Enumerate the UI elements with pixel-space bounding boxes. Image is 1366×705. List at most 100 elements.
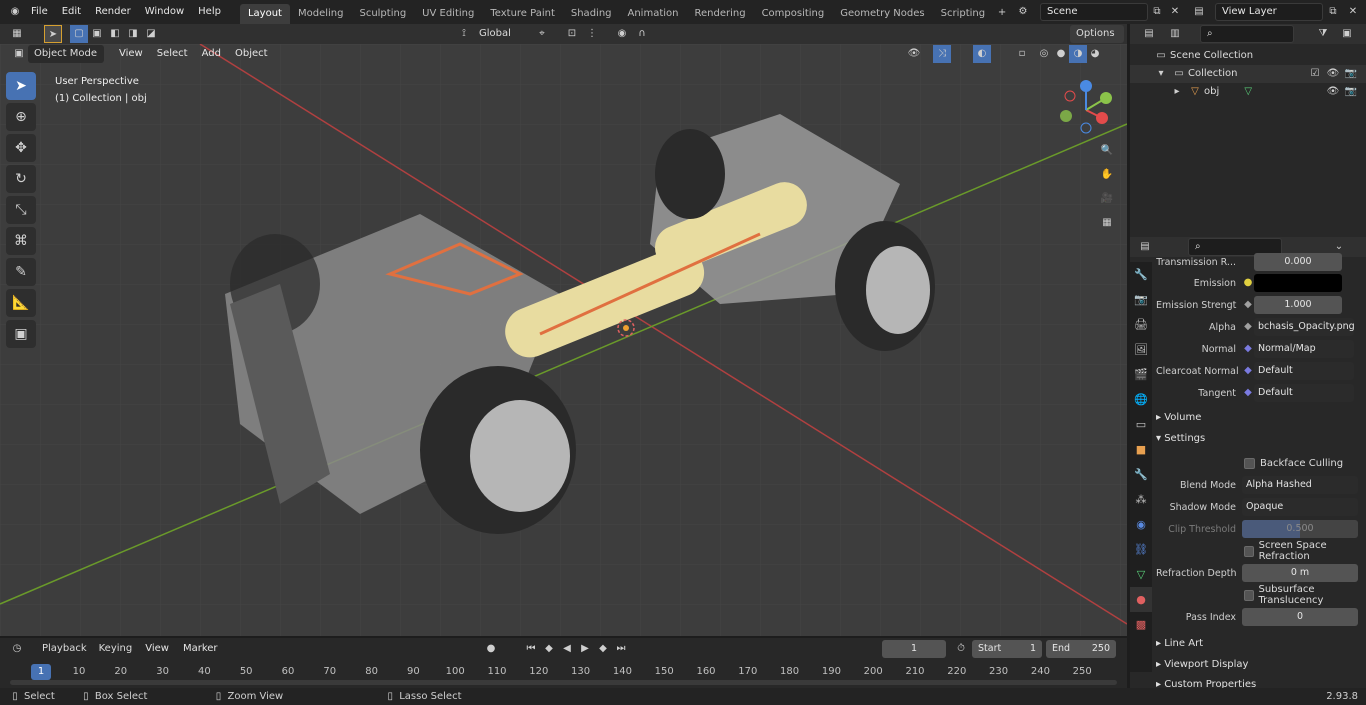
menu-help[interactable]: Help [191,2,228,22]
outliner-row-scene-collection[interactable]: ▭ Scene Collection [1130,47,1366,65]
material-tab-icon[interactable]: ● [1130,587,1152,612]
collection-tab-icon[interactable]: ▭ [1130,412,1152,437]
refraction-depth-value[interactable]: 0 m [1242,564,1358,582]
solid-shading-icon[interactable]: ● [1052,45,1070,63]
camera-view-icon[interactable]: 🎥 [1098,190,1116,208]
new-view-layer-icon[interactable]: ⧉ [1324,3,1342,21]
normal-socket-icon[interactable]: ◆ [1242,340,1254,358]
record-icon[interactable]: ● [482,640,500,658]
menu-object[interactable]: Object [228,44,275,64]
menu-window[interactable]: Window [138,2,191,22]
tab-modeling[interactable]: Modeling [290,4,352,24]
viewport-display-panel-header[interactable]: ▸ Viewport Display [1156,655,1248,675]
blender-logo-icon[interactable]: ◉ [6,3,24,21]
volume-panel-header[interactable]: ▸ Volume [1156,408,1201,428]
add-workspace-icon[interactable]: + [993,4,1011,22]
tab-texture-paint[interactable]: Texture Paint [482,4,563,24]
outliner-search-input[interactable]: ⌕ [1200,25,1294,43]
select-mode-intersect-icon[interactable]: ◪ [142,25,160,43]
start-frame-field[interactable]: Start 1 [972,640,1042,658]
visibility-icon[interactable]: 👁 [905,45,923,63]
jump-start-icon[interactable]: ⏮ [522,640,540,658]
modifier-tab-icon[interactable]: 🔧 [1130,462,1152,487]
select-mode-invert-icon[interactable]: ◨ [124,25,142,43]
obj-render-icon[interactable]: 📷 [1342,83,1360,101]
emission-socket-icon[interactable]: ● [1242,274,1254,292]
rotate-tool-icon[interactable]: ↻ [6,165,36,193]
jump-end-icon[interactable]: ⏭ [612,640,630,658]
display-mode-icon[interactable]: ▥ [1166,25,1184,43]
data-tab-icon[interactable]: ▽ [1130,562,1152,587]
expand-collection-icon[interactable]: ▾ [1152,65,1170,83]
constraints-tab-icon[interactable]: ⛓ [1130,537,1152,562]
preview-range-icon[interactable]: ⏱ [952,640,970,658]
select-tool-icon[interactable]: ➤ [6,72,36,100]
clearcoat-socket-icon[interactable]: ◆ [1242,362,1254,380]
scale-tool-icon[interactable]: ⤡ [6,196,36,224]
ortho-grid-icon[interactable]: ▦ [1098,214,1116,232]
texture-tab-icon[interactable]: ▩ [1130,612,1152,637]
tab-geometry-nodes[interactable]: Geometry Nodes [832,4,932,24]
view-layer-tab-icon[interactable]: 🖼 [1130,337,1152,362]
move-tool-icon[interactable]: ✥ [6,134,36,162]
snap-icon[interactable]: ⊡ [563,25,581,43]
play-reverse-icon[interactable]: ◀ [558,640,576,658]
zoom-icon[interactable]: 🔍 [1098,142,1116,160]
tab-uv-editing[interactable]: UV Editing [414,4,482,24]
overlays-icon[interactable]: ◐ [973,45,991,63]
prop-ssr[interactable]: Screen Space Refraction [1156,540,1362,562]
outliner-editor-icon[interactable]: ▤ [1140,25,1158,43]
expand-obj-icon[interactable]: ▸ [1168,83,1186,101]
cursor-tool-icon[interactable]: ⊕ [6,103,36,131]
outliner-row-collection[interactable]: ▾ ▭ Collection ☑ 👁 📷 [1130,65,1366,83]
menu-render[interactable]: Render [88,2,138,22]
snap-target-icon[interactable]: ⋮ [583,25,601,43]
collection-visibility-icon[interactable]: 👁 [1324,65,1342,83]
custom-properties-panel-header[interactable]: ▸ Custom Properties [1156,675,1256,688]
material-shading-icon[interactable]: ◑ [1069,45,1087,63]
select-mode-extend-icon[interactable]: ▣ [88,25,106,43]
scene-tab-icon[interactable]: 🎬 [1130,362,1152,387]
line-art-panel-header[interactable]: ▸ Line Art [1156,634,1203,654]
clearcoat-normal-value[interactable]: Default [1254,362,1354,380]
view-layer-field[interactable]: View Layer [1215,3,1323,21]
output-tab-icon[interactable]: 🖨 [1130,312,1152,337]
backface-culling-checkbox[interactable] [1244,457,1255,469]
emission-strength-value[interactable]: 1.000 [1254,296,1342,314]
navigation-gizmo[interactable] [1050,76,1126,142]
physics-tab-icon[interactable]: ◉ [1130,512,1152,537]
menu-file[interactable]: File [24,2,55,22]
transmission-value[interactable]: 0.000 [1254,253,1342,271]
orientation-icon[interactable]: ⟟ [455,25,473,43]
properties-editor-icon[interactable]: ▤ [1136,238,1154,256]
tangent-value[interactable]: Default [1254,384,1354,402]
particles-tab-icon[interactable]: ⁂ [1130,487,1152,512]
emission-color-swatch[interactable] [1254,274,1342,292]
timeline-menu-marker[interactable]: Marker [176,639,225,659]
menu-select[interactable]: Select [150,44,195,64]
mode-dropdown[interactable]: Object Mode [28,45,104,63]
measure-tool-icon[interactable]: 📐 [6,289,36,317]
render-tab-icon[interactable]: 📷 [1130,287,1152,312]
annotate-tool-icon[interactable]: ✎ [6,258,36,286]
prop-subsurface[interactable]: Subsurface Translucency [1156,584,1362,606]
3d-viewport[interactable] [0,44,1127,636]
ssr-checkbox[interactable] [1244,545,1254,557]
scene-field[interactable]: Scene [1040,3,1148,21]
blend-mode-dropdown[interactable]: Alpha Hashed [1242,476,1358,494]
options-button[interactable]: Options [1070,25,1124,43]
transform-tool-icon[interactable]: ⌘ [6,227,36,255]
next-keyframe-icon[interactable]: ◆ [594,640,612,658]
tangent-socket-icon[interactable]: ◆ [1242,384,1254,402]
timeline-scrollbar[interactable] [10,680,1117,685]
tab-layout[interactable]: Layout [239,4,290,24]
alpha-value[interactable]: bchasis_Opacity.png [1254,318,1355,336]
tab-shading[interactable]: Shading [563,4,620,24]
tool-select-icon[interactable]: ➤ [44,25,62,43]
menu-view[interactable]: View [112,44,150,64]
falloff-icon[interactable]: ∩ [633,25,651,43]
new-scene-icon[interactable]: ⧉ [1148,3,1166,21]
gizmo-icon[interactable]: ⤨ [933,45,951,63]
obj-visibility-icon[interactable]: 👁 [1324,83,1342,101]
proportional-edit-icon[interactable]: ◉ [613,25,631,43]
